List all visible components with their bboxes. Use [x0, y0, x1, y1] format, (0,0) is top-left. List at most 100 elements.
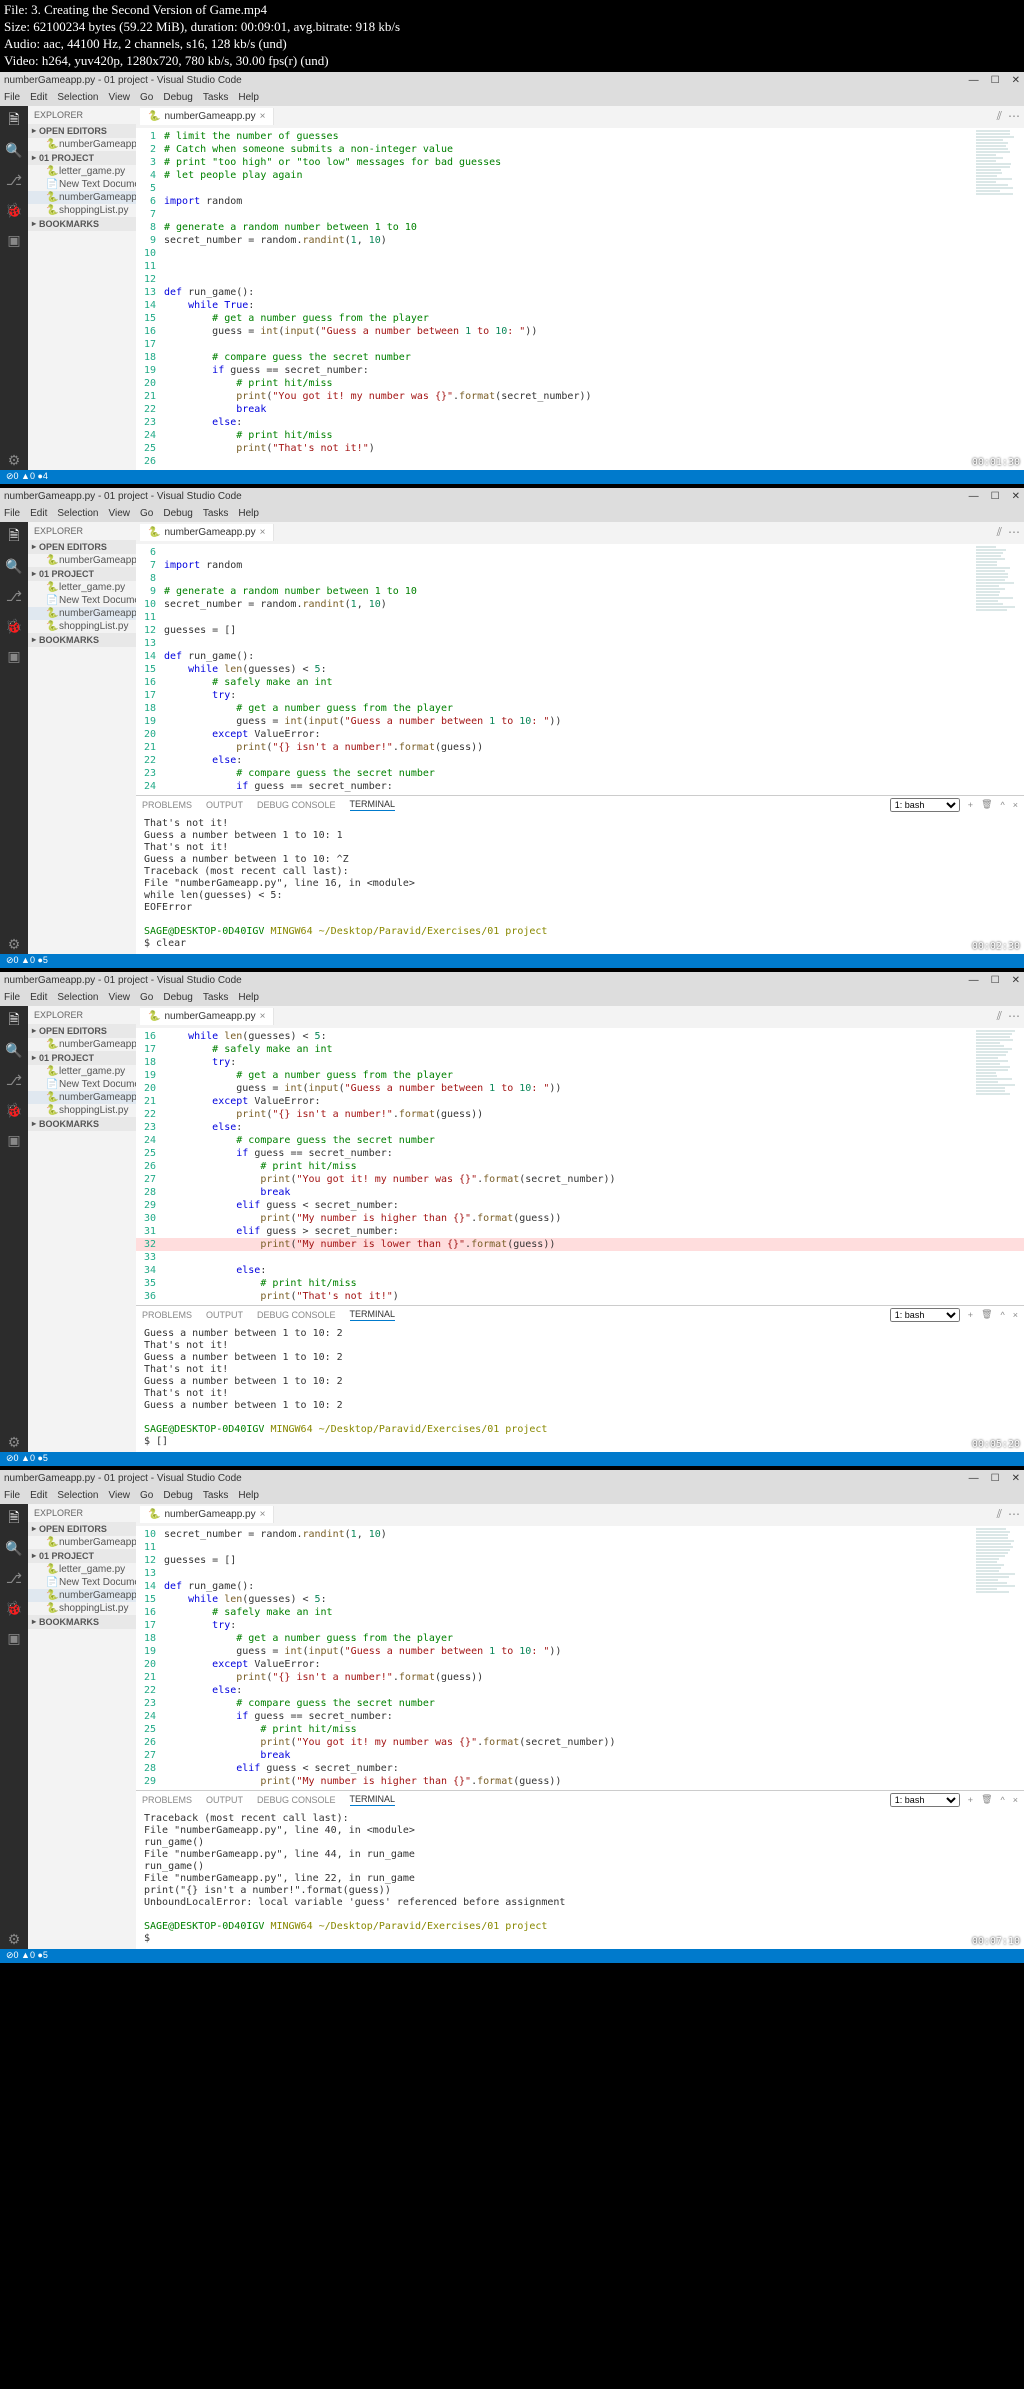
minimap[interactable] — [976, 1030, 1020, 1110]
menu-debug[interactable]: Debug — [163, 508, 192, 519]
code-line[interactable]: 19 guess = int(input("Guess a number bet… — [136, 715, 1024, 728]
menu-view[interactable]: View — [109, 92, 131, 103]
minimize-icon[interactable]: — — [969, 75, 979, 86]
code-line[interactable]: 23 else: — [136, 416, 1024, 429]
terminal-trash-icon[interactable]: 🗑 — [981, 1794, 992, 1805]
code-line[interactable]: 22 else: — [136, 1684, 1024, 1697]
minimize-icon[interactable]: — — [969, 975, 979, 986]
menu-tasks[interactable]: Tasks — [203, 92, 229, 103]
code-editor[interactable]: 10secret_number = random.randint(1, 10)1… — [136, 1526, 1024, 1790]
menu-tasks[interactable]: Tasks — [203, 1490, 229, 1501]
terminal-up-icon[interactable]: ^ — [1001, 1310, 1005, 1320]
code-line[interactable]: 36 print("That's not it!") — [136, 1290, 1024, 1303]
menu-help[interactable]: Help — [238, 92, 259, 103]
close-icon[interactable]: ✕ — [1012, 1473, 1020, 1484]
menu-debug[interactable]: Debug — [163, 92, 192, 103]
file-item[interactable]: 📄New Text Document.txt — [28, 594, 136, 607]
code-line[interactable]: 4# let people play again — [136, 169, 1024, 182]
menu-file[interactable]: File — [4, 508, 20, 519]
explorer-icon[interactable]: 🗎 — [5, 112, 23, 130]
code-line[interactable]: 19 # get a number guess from the player — [136, 1069, 1024, 1082]
split-editor-icon[interactable]: ⫽ — [997, 525, 1002, 540]
project-section[interactable]: 01 PROJECT — [28, 567, 136, 581]
close-icon[interactable]: ✕ — [1012, 491, 1020, 502]
debug-icon[interactable]: 🐞 — [5, 618, 23, 636]
editor-tab[interactable]: 🐍numberGameapp.py× — [140, 524, 274, 541]
code-editor[interactable]: 16 while len(guesses) < 5:17 # safely ma… — [136, 1028, 1024, 1305]
gear-icon[interactable]: ⚙ — [5, 936, 23, 954]
code-line[interactable]: 14def run_game(): — [136, 1580, 1024, 1593]
open-editors-section[interactable]: OPEN EDITORS — [28, 124, 136, 138]
code-line[interactable]: 20 except ValueError: — [136, 728, 1024, 741]
code-line[interactable]: 18 # compare guess the secret number — [136, 351, 1024, 364]
code-line[interactable]: 6 — [136, 546, 1024, 559]
menu-debug[interactable]: Debug — [163, 992, 192, 1003]
menu-edit[interactable]: Edit — [30, 1490, 47, 1501]
code-line[interactable]: 17 # safely make an int — [136, 1043, 1024, 1056]
terminal-selector[interactable]: 1: bash — [890, 798, 960, 812]
tab-close-icon[interactable]: × — [260, 527, 266, 538]
code-line[interactable]: 29 print("My number is higher than {}".f… — [136, 1775, 1024, 1788]
file-item[interactable]: 🐍numberGameapp.py — [28, 1589, 136, 1602]
status-problems[interactable]: ⊘0 ▲0 ●5 — [6, 955, 48, 966]
code-line[interactable]: 19 if guess == secret_number: — [136, 364, 1024, 377]
menu-edit[interactable]: Edit — [30, 992, 47, 1003]
code-line[interactable]: 6import random — [136, 195, 1024, 208]
explorer-icon[interactable]: 🗎 — [5, 1012, 23, 1030]
panel-tab-problems[interactable]: PROBLEMS — [142, 1795, 192, 1805]
code-line[interactable]: 27 break — [136, 1749, 1024, 1762]
code-line[interactable]: 28 elif guess < secret_number: — [136, 1762, 1024, 1775]
code-line[interactable]: 33 — [136, 1251, 1024, 1264]
code-line[interactable]: 22 break — [136, 403, 1024, 416]
code-line[interactable]: 16 guess = int(input("Guess a number bet… — [136, 325, 1024, 338]
git-icon[interactable]: ⎇ — [5, 588, 23, 606]
editor-tab[interactable]: 🐍numberGameapp.py× — [140, 108, 274, 125]
menu-go[interactable]: Go — [140, 1490, 153, 1501]
code-line[interactable]: 18 # get a number guess from the player — [136, 702, 1024, 715]
code-line[interactable]: 8# generate a random number between 1 to… — [136, 221, 1024, 234]
split-editor-icon[interactable]: ⫽ — [997, 1009, 1002, 1024]
status-problems[interactable]: ⊘0 ▲0 ●5 — [6, 1950, 48, 1961]
code-line[interactable]: 15 while len(guesses) < 5: — [136, 1593, 1024, 1606]
status-problems[interactable]: ⊘0 ▲0 ●4 — [6, 471, 48, 482]
terminal-output[interactable]: That's not it!Guess a number between 1 t… — [136, 814, 1024, 954]
gear-icon[interactable]: ⚙ — [5, 1931, 23, 1949]
search-icon[interactable]: 🔍 — [5, 142, 23, 160]
panel-tab-problems[interactable]: PROBLEMS — [142, 1310, 192, 1320]
panel-tab-output[interactable]: OUTPUT — [206, 1310, 243, 1320]
file-item[interactable]: 🐍letter_game.py — [28, 165, 136, 178]
file-item[interactable]: 🐍numberGameapp.py — [28, 607, 136, 620]
search-icon[interactable]: 🔍 — [5, 1042, 23, 1060]
terminal-new-icon[interactable]: + — [968, 800, 973, 810]
code-editor[interactable]: 1# limit the number of guesses2# Catch w… — [136, 128, 1024, 470]
menu-selection[interactable]: Selection — [57, 1490, 98, 1501]
terminal-close-icon[interactable]: × — [1013, 1795, 1018, 1805]
code-line[interactable]: 32 print("My number is lower than {}".fo… — [136, 1238, 1024, 1251]
extensions-icon[interactable]: ▣ — [5, 1630, 23, 1648]
code-line[interactable]: 23 # compare guess the secret number — [136, 1697, 1024, 1710]
panel-tab-debug-console[interactable]: DEBUG CONSOLE — [257, 1795, 336, 1805]
code-line[interactable]: 21 print("{} isn't a number!".format(gue… — [136, 741, 1024, 754]
code-line[interactable]: 14 while True: — [136, 299, 1024, 312]
code-line[interactable]: 14def run_game(): — [136, 650, 1024, 663]
code-line[interactable]: 16 # safely make an int — [136, 676, 1024, 689]
file-item[interactable]: 🐍numberGameapp.py — [28, 1091, 136, 1104]
code-line[interactable]: 30 print("My number is higher than {}".f… — [136, 1212, 1024, 1225]
panel-tab-debug-console[interactable]: DEBUG CONSOLE — [257, 800, 336, 810]
code-line[interactable]: 15 while len(guesses) < 5: — [136, 663, 1024, 676]
menu-view[interactable]: View — [109, 508, 131, 519]
git-icon[interactable]: ⎇ — [5, 1072, 23, 1090]
file-item[interactable]: 📄New Text Document.txt — [28, 1576, 136, 1589]
open-editor-item[interactable]: 🐍numberGameapp.py — [28, 554, 136, 567]
code-line[interactable]: 21 except ValueError: — [136, 1095, 1024, 1108]
bookmarks-section[interactable]: BOOKMARKS — [28, 1117, 136, 1131]
split-editor-icon[interactable]: ⫽ — [997, 109, 1002, 124]
menu-selection[interactable]: Selection — [57, 508, 98, 519]
open-editors-section[interactable]: OPEN EDITORS — [28, 1024, 136, 1038]
minimize-icon[interactable]: — — [969, 1473, 979, 1484]
file-item[interactable]: 🐍letter_game.py — [28, 1065, 136, 1078]
code-line[interactable]: 24 if guess == secret_number: — [136, 1710, 1024, 1723]
code-line[interactable]: 17 — [136, 338, 1024, 351]
code-line[interactable]: 35 # print hit/miss — [136, 1277, 1024, 1290]
menu-help[interactable]: Help — [238, 992, 259, 1003]
